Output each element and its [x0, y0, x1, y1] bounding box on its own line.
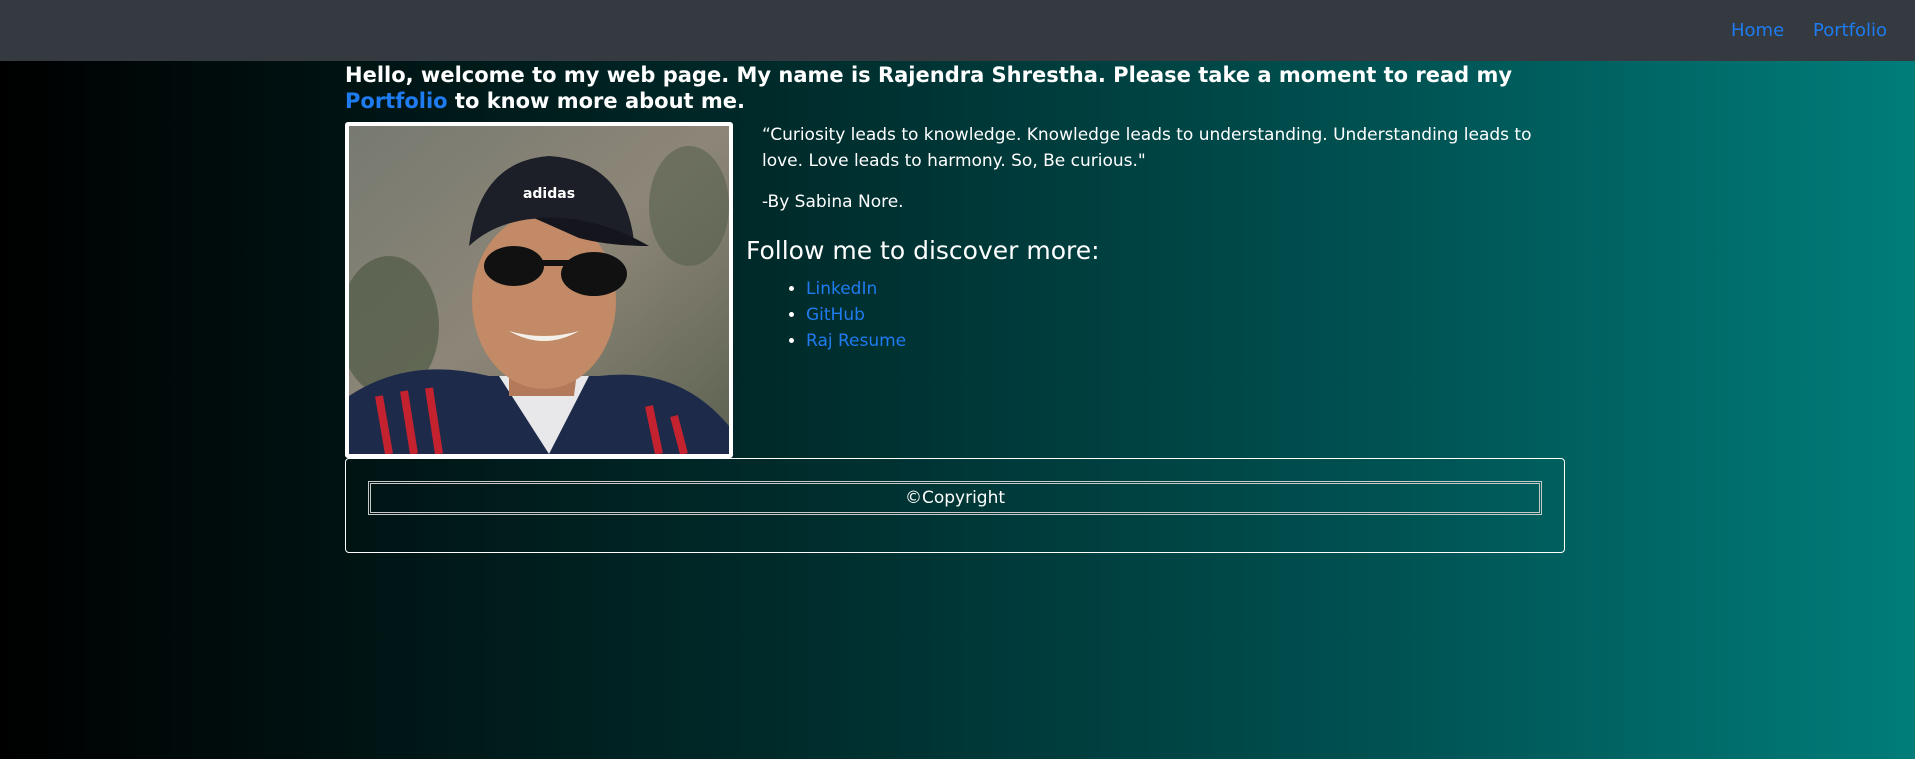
nav-portfolio-link[interactable]: Portfolio — [1813, 20, 1887, 41]
footer: ©Copyright — [345, 458, 1565, 553]
copyright-text: ©Copyright — [368, 481, 1542, 515]
resume-link[interactable]: Raj Resume — [806, 331, 906, 351]
profile-photo: adidas — [345, 122, 733, 458]
nav-home-link[interactable]: Home — [1731, 20, 1784, 41]
social-links-list: LinkedIn GitHub Raj Resume — [790, 276, 906, 354]
quote-author: -By Sabina Nore. — [762, 192, 904, 212]
top-navbar: Home Portfolio — [0, 0, 1915, 61]
follow-heading: Follow me to discover more: — [746, 236, 1100, 265]
github-link[interactable]: GitHub — [806, 305, 865, 325]
intro-text-after: to know more about me. — [447, 89, 746, 113]
quote-text: “Curiosity leads to knowledge. Knowledge… — [762, 125, 1532, 171]
list-item: LinkedIn — [806, 276, 906, 302]
intro-heading: Hello, welcome to my web page. My name i… — [345, 62, 1565, 114]
svg-text:adidas: adidas — [523, 186, 575, 202]
list-item: GitHub — [806, 302, 906, 328]
list-item: Raj Resume — [806, 328, 906, 354]
intro-text-before: Hello, welcome to my web page. My name i… — [345, 63, 1513, 87]
intro-portfolio-link[interactable]: Portfolio — [345, 89, 448, 113]
profile-photo-illustration: adidas — [349, 126, 729, 454]
linkedin-link[interactable]: LinkedIn — [806, 279, 877, 299]
